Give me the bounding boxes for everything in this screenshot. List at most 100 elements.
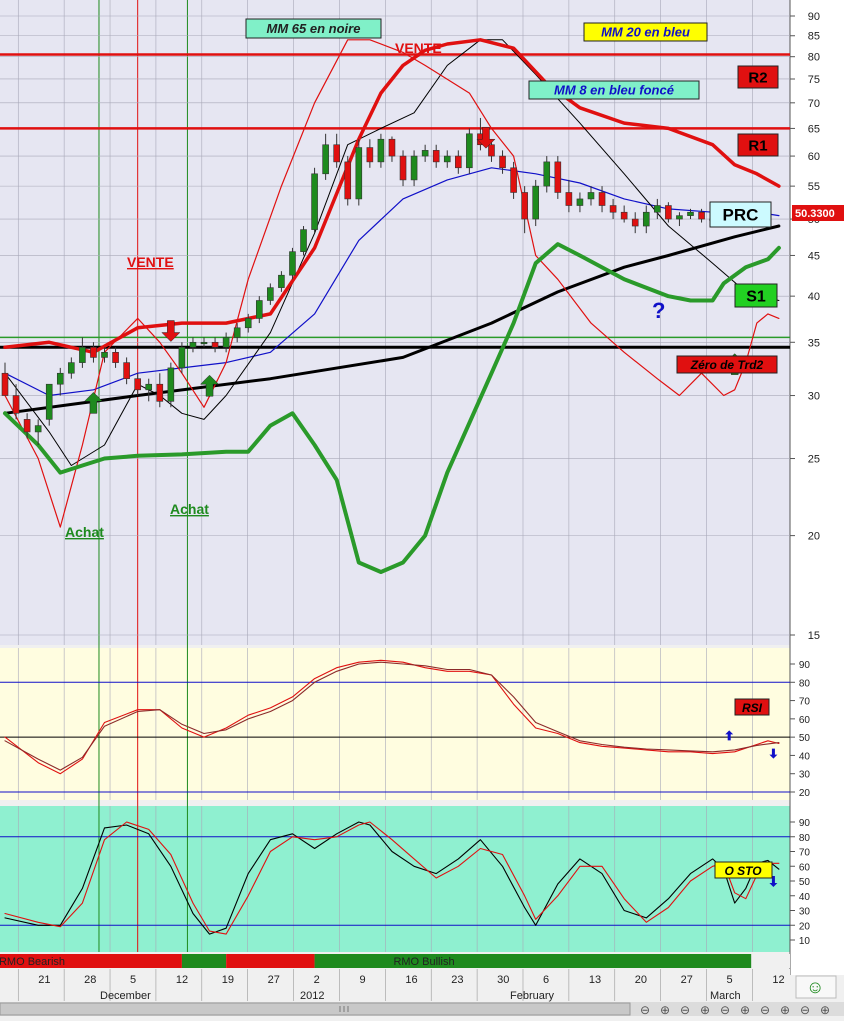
x-tick-label: 23	[451, 974, 463, 986]
rmo-segment	[226, 954, 315, 968]
r1-label: R1	[748, 137, 767, 154]
zoom-control-icon[interactable]: ⊖	[760, 1003, 770, 1017]
zoom-control-icon[interactable]: ⊖	[640, 1003, 650, 1017]
scrollbar-thumb	[0, 1002, 631, 1016]
sto-y-tick-label: 70	[799, 848, 811, 859]
r2-label: R2	[748, 69, 767, 86]
candle-body	[222, 337, 230, 348]
rsi-panel-bg	[0, 648, 790, 800]
x-tick-label: 12	[176, 974, 188, 986]
candle-body	[178, 346, 186, 369]
sto-y-tick-label: 90	[799, 818, 811, 829]
candle-body	[488, 144, 495, 157]
question-mark: ?	[652, 298, 665, 323]
sto-y-tick-label: 20	[799, 921, 811, 932]
x-tick-label: 27	[681, 974, 693, 986]
candle-body	[167, 367, 175, 402]
vente-label-2: VENTE	[395, 40, 442, 56]
zoom-control-icon[interactable]: ⊖	[800, 1003, 810, 1017]
candle-body	[322, 144, 329, 175]
y-tick-label: 25	[808, 454, 820, 466]
sto-label: O STO	[724, 864, 762, 878]
zoom-control-icon[interactable]: ⊕	[820, 1003, 830, 1017]
sto-y-tick-label: 30	[799, 907, 811, 918]
candle-body	[421, 150, 429, 157]
x-tick-label: 28	[84, 974, 96, 986]
sto-y-tick-label: 40	[799, 892, 811, 903]
mm65-label: MM 65 en noire	[267, 21, 361, 36]
candle-body	[377, 138, 385, 163]
rsi-y-tick-label: 50	[799, 733, 811, 744]
candle-body	[443, 155, 451, 163]
candle-body	[642, 211, 650, 227]
achat-label-1: Achat	[65, 524, 104, 540]
candle-body	[598, 192, 606, 206]
candle-body	[576, 198, 584, 206]
y-tick-label: 55	[808, 181, 820, 193]
candle-body	[90, 346, 97, 358]
candle-body	[156, 383, 164, 402]
smiley-icon[interactable]: ☺	[806, 977, 824, 997]
candle-body	[455, 155, 462, 169]
y-tick-label: 15	[808, 630, 820, 642]
rsi-y-tick-label: 80	[799, 678, 811, 689]
x-tick-label: 9	[359, 974, 365, 986]
chart-svg: 15202530354045505560657075808590MM 65 en…	[0, 0, 844, 1017]
candle-body	[532, 185, 540, 220]
mm20-label: MM 20 en bleu	[601, 25, 690, 40]
candle-body	[521, 192, 528, 220]
candle-body	[587, 192, 595, 200]
sto-y-tick-label: 80	[799, 833, 811, 844]
candle-body	[631, 218, 639, 227]
x-tick-label: 5	[727, 974, 733, 986]
candle-body	[1, 372, 9, 396]
candle-body	[466, 133, 473, 169]
candle-body	[510, 167, 517, 193]
candle-body	[300, 229, 307, 252]
candle-body	[56, 372, 64, 385]
candle-body	[189, 341, 197, 348]
x-tick-label: 6	[543, 974, 549, 986]
zoom-control-icon[interactable]: ⊕	[660, 1003, 670, 1017]
candle-body	[267, 287, 274, 301]
x-tick-label: 20	[635, 974, 647, 986]
prc-label: PRC	[723, 206, 759, 225]
month-label: December	[100, 990, 151, 1002]
zoom-control-icon[interactable]: ⊕	[700, 1003, 710, 1017]
candle-body	[68, 362, 75, 374]
candle-body	[23, 419, 31, 433]
candle-body	[355, 147, 363, 200]
zoom-control-icon[interactable]: ⊖	[720, 1003, 730, 1017]
rsi-y-tick-label: 30	[799, 770, 811, 781]
sto-y-tick-label: 60	[799, 862, 811, 873]
y-tick-label: 40	[808, 291, 820, 303]
candle-body	[388, 138, 396, 157]
rsi-y-tick-label: 40	[799, 751, 811, 762]
rsi-y-tick-label: 90	[799, 660, 811, 671]
x-tick-label: 13	[589, 974, 601, 986]
candle-body	[687, 211, 694, 216]
candle-body	[499, 155, 506, 169]
chart-root: 15202530354045505560657075808590MM 65 en…	[0, 0, 844, 1017]
x-tick-label: 30	[497, 974, 509, 986]
candle-body	[543, 161, 551, 187]
candle-body	[410, 155, 418, 181]
y-tick-label: 75	[808, 74, 820, 86]
y-tick-label: 65	[808, 123, 820, 135]
zoom-control-icon[interactable]: ⊕	[740, 1003, 750, 1017]
x-tick-label: 27	[268, 974, 280, 986]
candle-body	[200, 341, 208, 345]
y-tick-label: 90	[808, 11, 820, 23]
x-tick-label: 2	[314, 974, 320, 986]
month-label: 2012	[300, 990, 324, 1002]
y-tick-label: 45	[808, 250, 820, 262]
month-label: March	[710, 990, 741, 1002]
candle-body	[34, 425, 42, 433]
y-tick-label: 35	[808, 337, 820, 349]
rsi-y-tick-label: 70	[799, 697, 811, 708]
y-tick-label: 80	[808, 52, 820, 64]
candle-body	[233, 327, 241, 338]
zoom-control-icon[interactable]: ⊕	[780, 1003, 790, 1017]
zoom-control-icon[interactable]: ⊖	[680, 1003, 690, 1017]
y-tick-label: 85	[808, 31, 820, 43]
